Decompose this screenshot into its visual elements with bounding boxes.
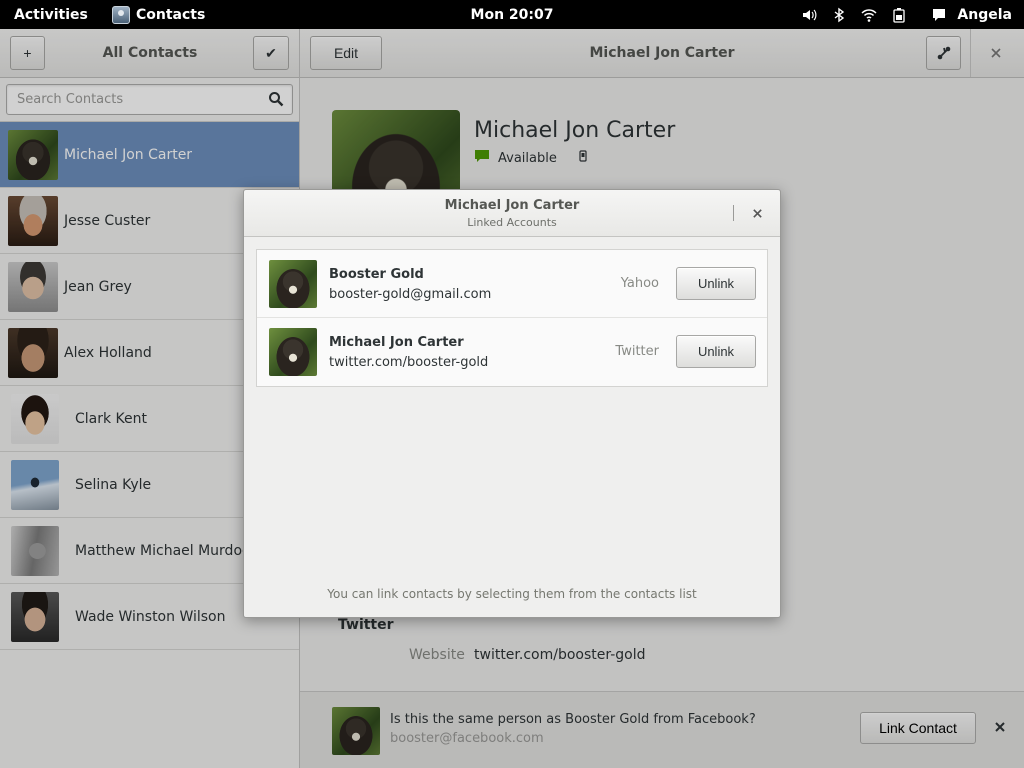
clock[interactable]: Mon 20:07 bbox=[471, 7, 554, 23]
account-avatar bbox=[269, 328, 317, 376]
user-menu[interactable]: Angela bbox=[931, 7, 1012, 23]
app-menu[interactable]: Contacts bbox=[105, 5, 206, 24]
app-name: Contacts bbox=[136, 6, 206, 23]
linked-accounts-list: Booster Gold booster-gold@gmail.com Yaho… bbox=[256, 249, 768, 387]
account-avatar bbox=[269, 260, 317, 308]
user-name: Angela bbox=[957, 6, 1012, 23]
activities-button[interactable]: Activities bbox=[0, 7, 105, 23]
account-name: Booster Gold bbox=[329, 267, 424, 282]
dialog-hint: You can link contacts by selecting them … bbox=[327, 587, 697, 601]
dialog-title: Michael Jon Carter bbox=[444, 198, 580, 213]
account-service: Twitter bbox=[615, 344, 659, 359]
dialog-subtitle: Linked Accounts bbox=[467, 216, 557, 229]
wifi-icon[interactable] bbox=[861, 7, 877, 23]
chat-icon bbox=[931, 7, 947, 23]
status-area: Angela bbox=[801, 0, 1012, 29]
bluetooth-icon[interactable] bbox=[831, 7, 847, 23]
volume-icon[interactable] bbox=[801, 7, 817, 23]
dialog-close-icon[interactable] bbox=[749, 205, 765, 221]
account-name: Michael Jon Carter bbox=[329, 335, 464, 350]
dialog-header: Michael Jon Carter Linked Accounts bbox=[244, 190, 780, 237]
account-id: booster-gold@gmail.com bbox=[329, 287, 492, 302]
contacts-app-icon bbox=[112, 5, 130, 24]
linked-account-row: Michael Jon Carter twitter.com/booster-g… bbox=[257, 318, 767, 386]
battery-icon[interactable] bbox=[891, 7, 907, 23]
linked-accounts-dialog: Michael Jon Carter Linked Accounts Boost… bbox=[243, 189, 781, 618]
dialog-header-separator bbox=[733, 205, 734, 221]
linked-account-row: Booster Gold booster-gold@gmail.com Yaho… bbox=[257, 250, 767, 318]
unlink-button[interactable]: Unlink bbox=[676, 267, 756, 300]
account-service: Yahoo bbox=[620, 276, 659, 291]
account-id: twitter.com/booster-gold bbox=[329, 355, 489, 370]
unlink-button[interactable]: Unlink bbox=[676, 335, 756, 368]
top-bar: Activities Contacts Mon 20:07 Angela bbox=[0, 0, 1024, 29]
